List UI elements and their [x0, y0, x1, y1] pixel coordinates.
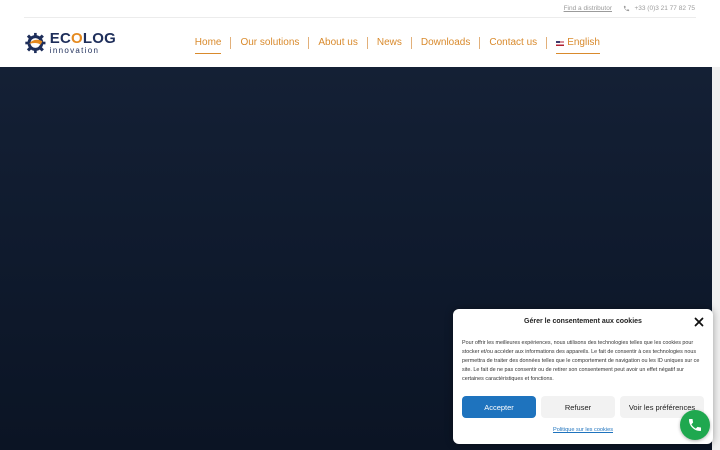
close-icon[interactable] — [694, 317, 704, 327]
phone-icon — [689, 419, 701, 431]
logo-name-o: O — [71, 30, 83, 47]
logo-name-prefix: EC — [49, 30, 72, 47]
accept-button[interactable]: Accepter — [462, 396, 536, 418]
phone-number: +33 (0)3 21 77 82 75 — [634, 5, 695, 12]
nav-news[interactable]: News — [366, 37, 411, 49]
nav-our-solutions[interactable]: Our solutions — [230, 37, 308, 49]
call-button[interactable] — [680, 410, 710, 440]
nav-downloads[interactable]: Downloads — [410, 37, 479, 49]
cookie-consent-dialog: Gérer le consentement aux cookies Pour o… — [453, 309, 713, 444]
us-flag-icon — [556, 40, 565, 46]
consent-title: Gérer le consentement aux cookies — [524, 318, 642, 325]
site-header: ECOLOG innovation Home Our solutions Abo… — [0, 18, 712, 67]
language-label: English — [567, 37, 600, 48]
ecolog-logo[interactable]: ECOLOG innovation — [24, 30, 116, 56]
nav-about-us[interactable]: About us — [308, 37, 366, 49]
phone-icon — [624, 5, 630, 12]
refuse-button[interactable]: Refuser — [541, 396, 615, 418]
find-distributor-link[interactable]: Find a distributor — [564, 5, 612, 12]
language-selector[interactable]: English — [546, 37, 600, 54]
nav-home[interactable]: Home — [186, 37, 231, 54]
nav-contact-us[interactable]: Contact us — [479, 37, 546, 49]
logo-tagline: innovation — [49, 46, 100, 55]
gear-logo-icon — [25, 32, 46, 54]
scrollbar[interactable] — [712, 67, 720, 450]
cookie-policy-link[interactable]: Politique sur les cookies — [453, 427, 713, 433]
top-bar: Find a distributor +33 (0)3 21 77 82 75 — [0, 0, 712, 18]
consent-text: Pour offrir les meilleures expériences, … — [462, 340, 700, 382]
main-nav: Home Our solutions About us News Downloa… — [186, 37, 600, 54]
logo-name-suffix: LOG — [82, 30, 116, 47]
phone-contact[interactable]: +33 (0)3 21 77 82 75 — [623, 5, 695, 12]
